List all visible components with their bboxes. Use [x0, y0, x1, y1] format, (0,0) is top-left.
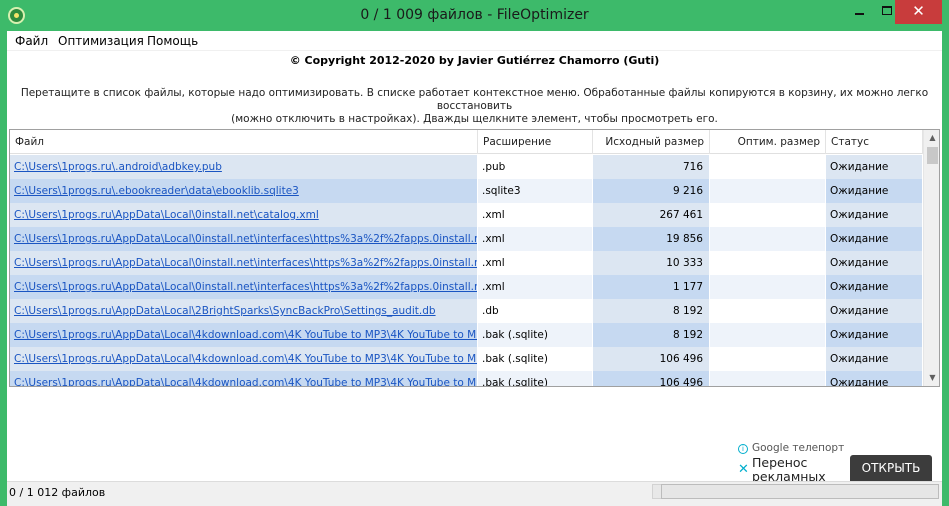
- cell-file-path[interactable]: C:\Users\1progs.ru\AppData\Local\4kdownl…: [10, 371, 478, 386]
- cell-extension: .xml: [478, 227, 593, 251]
- cell-file-path[interactable]: C:\Users\1progs.ru\.ebookreader\data\ebo…: [10, 179, 478, 203]
- cell-extension: .xml: [478, 203, 593, 227]
- table-row[interactable]: C:\Users\1progs.ru\AppData\Local\0instal…: [10, 251, 923, 275]
- menu-file[interactable]: Файл: [15, 33, 48, 49]
- cell-original-size: 9 216: [593, 179, 710, 203]
- cell-original-size: 19 856: [593, 227, 710, 251]
- table-row[interactable]: C:\Users\1progs.ru\AppData\Local\0instal…: [10, 275, 923, 299]
- window-title: 0 / 1 009 файлов - FileOptimizer: [360, 7, 589, 23]
- cell-optimized-size: [710, 347, 826, 371]
- column-header-original-size[interactable]: Исходный размер: [593, 130, 710, 154]
- cell-optimized-size: [710, 371, 826, 386]
- cell-status: Ожидание: [826, 179, 923, 203]
- cell-original-size: 106 496: [593, 347, 710, 371]
- table-row[interactable]: C:\Users\1progs.ru\AppData\Local\2Bright…: [10, 299, 923, 323]
- cell-extension: .xml: [478, 251, 593, 275]
- column-header-status[interactable]: Статус: [826, 130, 923, 154]
- cell-file-path[interactable]: C:\Users\1progs.ru\AppData\Local\4kdownl…: [10, 347, 478, 371]
- table-row[interactable]: C:\Users\1progs.ru\AppData\Local\4kdownl…: [10, 323, 923, 347]
- cell-optimized-size: [710, 203, 826, 227]
- close-icon: ✕: [912, 2, 925, 20]
- cell-file-path[interactable]: C:\Users\1progs.ru\AppData\Local\4kdownl…: [10, 323, 478, 347]
- maximize-icon: [881, 6, 892, 15]
- ad-banner[interactable]: i ✕ Google телепорт Перенос рекламных ОТ…: [736, 389, 942, 481]
- cell-status: Ожидание: [826, 155, 923, 179]
- cell-original-size: 8 192: [593, 299, 710, 323]
- column-header-optimized-size[interactable]: Оптим. размер: [710, 130, 826, 154]
- window-frame-left: [0, 31, 7, 506]
- scrollbar-thumb[interactable]: [927, 147, 938, 164]
- instructions-text: Перетащите в список файлы, которые надо …: [7, 87, 942, 126]
- cell-status: Ожидание: [826, 227, 923, 251]
- table-row[interactable]: C:\Users\1progs.ru\AppData\Local\4kdownl…: [10, 347, 923, 371]
- instructions-line-2: (можно отключить в настройках). Дважды щ…: [231, 113, 718, 125]
- table-row[interactable]: C:\Users\1progs.ru\AppData\Local\4kdownl…: [10, 371, 923, 386]
- ad-text[interactable]: Перенос рекламных: [752, 456, 852, 481]
- cell-status: Ожидание: [826, 323, 923, 347]
- menu-bar: Файл Оптимизация Помощь: [7, 31, 942, 51]
- cell-file-path[interactable]: C:\Users\1progs.ru\.android\adbkey.pub: [10, 155, 478, 179]
- cell-file-path[interactable]: C:\Users\1progs.ru\AppData\Local\0instal…: [10, 275, 478, 299]
- window-frame-right: [942, 31, 949, 506]
- cell-extension: .bak (.sqlite): [478, 323, 593, 347]
- cell-extension: .sqlite3: [478, 179, 593, 203]
- cell-status: Ожидание: [826, 275, 923, 299]
- menu-optimize[interactable]: Оптимизация: [58, 33, 144, 49]
- cell-status: Ожидание: [826, 371, 923, 386]
- grid-header: Файл Расширение Исходный размер Оптим. р…: [10, 130, 923, 154]
- close-button[interactable]: ✕: [895, 0, 942, 24]
- scroll-up-arrow-icon[interactable]: ▲: [924, 130, 939, 146]
- cell-optimized-size: [710, 299, 826, 323]
- cell-status: Ожидание: [826, 203, 923, 227]
- cell-optimized-size: [710, 251, 826, 275]
- file-grid[interactable]: Файл Расширение Исходный размер Оптим. р…: [9, 129, 940, 387]
- cell-status: Ожидание: [826, 347, 923, 371]
- cell-extension: .db: [478, 299, 593, 323]
- instructions-line-1: Перетащите в список файлы, которые надо …: [20, 87, 929, 112]
- cell-file-path[interactable]: C:\Users\1progs.ru\AppData\Local\2Bright…: [10, 299, 478, 323]
- cell-extension: .bak (.sqlite): [478, 371, 593, 386]
- scroll-down-arrow-icon[interactable]: ▼: [924, 370, 939, 386]
- cell-file-path[interactable]: C:\Users\1progs.ru\AppData\Local\0instal…: [10, 251, 478, 275]
- status-bar: 0 / 1 012 файлов: [7, 481, 942, 506]
- cell-extension: .pub: [478, 155, 593, 179]
- ad-brand: Google телепорт: [752, 442, 845, 454]
- cell-status: Ожидание: [826, 299, 923, 323]
- cell-optimized-size: [710, 179, 826, 203]
- cell-original-size: 716: [593, 155, 710, 179]
- cell-optimized-size: [710, 323, 826, 347]
- table-row[interactable]: C:\Users\1progs.ru\.android\adbkey.pub .p…: [10, 155, 923, 179]
- column-header-extension[interactable]: Расширение: [478, 130, 593, 154]
- cell-extension: .bak (.sqlite): [478, 347, 593, 371]
- client-area: Файл Оптимизация Помощь © Copyright 2012…: [7, 31, 942, 506]
- menu-help[interactable]: Помощь: [147, 33, 198, 49]
- ad-open-button[interactable]: ОТКРЫТЬ: [850, 455, 932, 481]
- copyright-text: © Copyright 2012-2020 by Javier Gutiérre…: [289, 54, 660, 67]
- table-row[interactable]: C:\Users\1progs.ru\AppData\Local\0instal…: [10, 203, 923, 227]
- cell-file-path[interactable]: C:\Users\1progs.ru\AppData\Local\0instal…: [10, 227, 478, 251]
- minimize-button[interactable]: [846, 0, 873, 24]
- ad-close-icon[interactable]: ✕: [738, 463, 749, 476]
- vertical-scrollbar[interactable]: ▲ ▼: [923, 130, 939, 386]
- cell-optimized-size: [710, 275, 826, 299]
- ad-info-icon[interactable]: i: [738, 444, 748, 454]
- cell-file-path[interactable]: C:\Users\1progs.ru\AppData\Local\0instal…: [10, 203, 478, 227]
- column-header-file[interactable]: Файл: [10, 130, 478, 154]
- cell-original-size: 8 192: [593, 323, 710, 347]
- cell-optimized-size: [710, 227, 826, 251]
- cell-status: Ожидание: [826, 251, 923, 275]
- progress-bar: [661, 484, 939, 499]
- status-file-count: 0 / 1 012 файлов: [9, 486, 106, 499]
- cell-original-size: 267 461: [593, 203, 710, 227]
- table-row[interactable]: C:\Users\1progs.ru\AppData\Local\0instal…: [10, 227, 923, 251]
- table-row[interactable]: C:\Users\1progs.ru\.ebookreader\data\ebo…: [10, 179, 923, 203]
- cell-extension: .xml: [478, 275, 593, 299]
- cell-original-size: 10 333: [593, 251, 710, 275]
- cell-original-size: 1 177: [593, 275, 710, 299]
- title-bar[interactable]: 0 / 1 009 файлов - FileOptimizer ✕: [0, 0, 949, 31]
- cell-optimized-size: [710, 155, 826, 179]
- cell-original-size: 106 496: [593, 371, 710, 386]
- minimize-icon: [855, 12, 864, 15]
